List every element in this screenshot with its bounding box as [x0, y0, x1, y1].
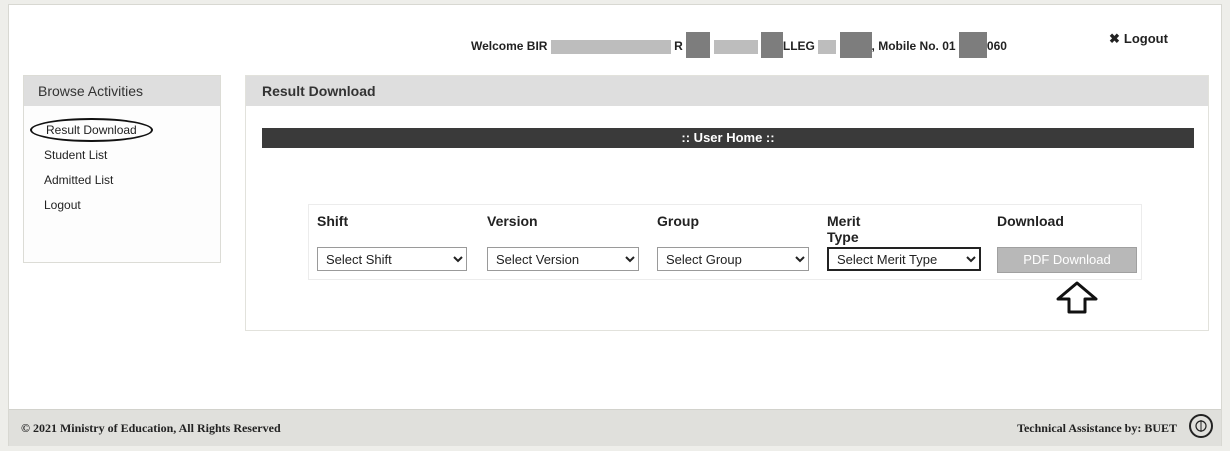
download-form: Shift Select Shift Version Select Versio… — [308, 204, 1142, 280]
close-icon: ✖ — [1109, 31, 1120, 46]
shift-select[interactable]: Select Shift — [317, 247, 467, 271]
merit-type-select[interactable]: Select Merit Type — [827, 247, 981, 271]
sidebar-menu: Result Download Student List Admitted Li… — [24, 118, 220, 218]
up-arrow-icon — [1056, 281, 1098, 314]
pdf-download-button[interactable]: PDF Download — [997, 247, 1137, 273]
footer: © 2021 Ministry of Education, All Rights… — [9, 409, 1221, 446]
merit-type-label: Merit Type — [827, 213, 861, 245]
redacted-text — [839, 32, 872, 58]
redacted-text — [818, 39, 837, 54]
version-label: Version — [487, 213, 538, 229]
redacted-text — [713, 39, 758, 54]
user-home-banner: :: User Home :: — [262, 128, 1194, 148]
page: Welcome BIR R LLEG , Mobile No. 01 060 ✖… — [8, 4, 1222, 446]
download-label: Download — [997, 213, 1064, 229]
sidebar-item-result-download[interactable]: Result Download — [24, 118, 220, 143]
technical-assistance-text: Technical Assistance by: BUET — [1017, 421, 1177, 435]
buet-logo-mark — [1195, 420, 1207, 432]
redacted-text — [550, 39, 671, 54]
group-label: Group — [657, 213, 699, 229]
buet-logo-icon — [1189, 414, 1213, 438]
sidebar-title: Browse Activities — [24, 76, 220, 106]
redacted-text — [760, 32, 783, 58]
welcome-message: Welcome BIR R LLEG , Mobile No. 01 060 — [471, 32, 1007, 58]
copyright-text: © 2021 Ministry of Education, All Rights… — [21, 421, 281, 435]
group-select[interactable]: Select Group — [657, 247, 809, 271]
sidebar: Browse Activities Result Download Studen… — [23, 75, 221, 263]
redacted-text — [958, 32, 987, 58]
sidebar-item-student-list[interactable]: Student List — [24, 143, 220, 168]
top-bar: Welcome BIR R LLEG , Mobile No. 01 060 ✖… — [9, 5, 1221, 69]
redacted-text — [686, 32, 711, 58]
header-logout-link[interactable]: ✖ Logout — [1109, 31, 1168, 47]
sidebar-item-admitted-list[interactable]: Admitted List — [24, 168, 220, 193]
page-title: Result Download — [246, 76, 1208, 106]
version-select[interactable]: Select Version — [487, 247, 639, 271]
sidebar-item-logout[interactable]: Logout — [24, 193, 220, 218]
shift-label: Shift — [317, 213, 349, 229]
